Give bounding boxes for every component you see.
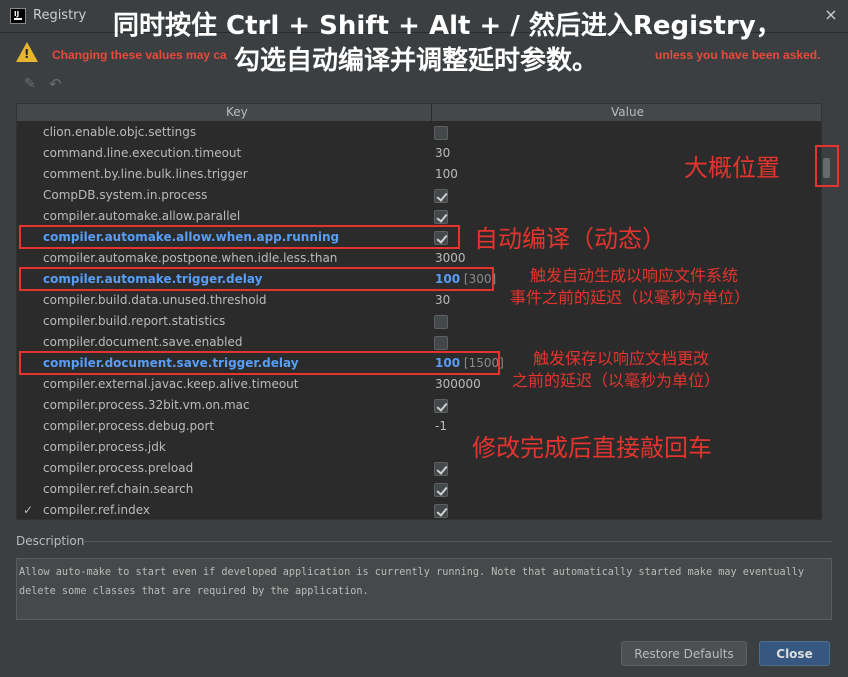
table-row[interactable]: ✓ compiler.ref.index xyxy=(17,500,821,519)
description-box: Allow auto-make to start even if develop… xyxy=(16,558,832,620)
table-row[interactable]: compiler.build.report.statistics xyxy=(17,311,821,332)
highlight-box-save-delay xyxy=(19,351,500,375)
intellij-logo-icon: IJ xyxy=(10,8,26,24)
row-key: compiler.process.preload xyxy=(43,461,194,475)
row-value-checkbox[interactable] xyxy=(434,126,448,140)
row-value-checkbox[interactable] xyxy=(434,189,448,203)
row-value-checkbox[interactable] xyxy=(434,315,448,329)
table-row[interactable]: CompDB.system.in.process xyxy=(17,185,821,206)
annotation-save-delay-line2: 之前的延迟（以毫秒为单位） xyxy=(512,371,721,390)
restore-defaults-button[interactable]: Restore Defaults xyxy=(621,641,747,666)
close-button[interactable]: Close xyxy=(759,641,830,666)
highlight-box-scroll-position xyxy=(815,145,839,187)
row-value-number: 30 xyxy=(435,146,451,160)
row-value-number: 300000 xyxy=(435,377,481,391)
row-key: compiler.build.data.unused.threshold xyxy=(43,293,267,307)
row-value[interactable]: 300000 xyxy=(435,377,481,391)
row-value-checkbox[interactable] xyxy=(434,336,448,350)
annotation-save-delay-line1: 触发保存以响应文档更改 xyxy=(533,349,710,368)
table-row[interactable]: compiler.process.32bit.vm.on.mac xyxy=(17,395,821,416)
row-key: compiler.process.debug.port xyxy=(43,419,215,433)
row-value[interactable]: 30 xyxy=(435,293,450,307)
row-key: compiler.external.javac.keep.alive.timeo… xyxy=(43,377,299,391)
row-value-checkbox[interactable] xyxy=(434,210,448,224)
table-row[interactable]: compiler.automake.allow.parallel xyxy=(17,206,821,227)
row-value[interactable]: -1 xyxy=(435,419,447,433)
row-key: compiler.automake.postpone.when.idle.les… xyxy=(43,251,338,265)
row-value-number: -1 xyxy=(435,419,447,433)
column-header-value[interactable]: Value xyxy=(611,105,644,119)
row-value-checkbox[interactable] xyxy=(434,483,448,497)
row-mark-icon: ✓ xyxy=(23,503,34,517)
row-key: comment.by.line.bulk.lines.trigger xyxy=(43,167,248,181)
table-header: Key Value xyxy=(17,104,821,122)
annotation-approx-position: 大概位置 xyxy=(684,154,780,182)
description-text: Allow auto-make to start even if develop… xyxy=(19,567,805,597)
overlay-caption-line2: 勾选自动编译并调整延时参数。 xyxy=(234,46,599,76)
row-key: compiler.ref.index xyxy=(43,503,150,517)
window-title: Registry xyxy=(33,8,87,23)
row-value-number: 3000 xyxy=(435,251,466,265)
row-key: compiler.process.jdk xyxy=(43,440,166,454)
row-value[interactable]: 3000 xyxy=(435,251,466,265)
annotation-trigger-delay-line2: 事件之前的延迟（以毫秒为单位） xyxy=(510,288,751,307)
logo-text: IJ xyxy=(14,10,20,18)
annotation-press-enter: 修改完成后直接敲回车 xyxy=(472,434,712,462)
column-header-key[interactable]: Key xyxy=(226,105,248,119)
row-value-number: 100 xyxy=(435,167,458,181)
row-key: compiler.build.report.statistics xyxy=(43,314,226,328)
warning-icon: ! xyxy=(16,42,38,62)
row-value-checkbox[interactable] xyxy=(434,399,448,413)
row-key: CompDB.system.in.process xyxy=(43,188,208,202)
annotation-trigger-delay-line1: 触发自动生成以响应文件系统 xyxy=(530,266,739,285)
description-label: Description xyxy=(16,534,85,548)
highlight-box-auto-compile xyxy=(19,225,460,249)
row-key: compiler.ref.chain.search xyxy=(43,482,194,496)
row-value-number: 30 xyxy=(435,293,451,307)
row-key: clion.enable.objc.settings xyxy=(43,125,197,139)
table-row[interactable]: clion.enable.objc.settings xyxy=(17,122,821,143)
table-row[interactable]: compiler.ref.chain.search xyxy=(17,479,821,500)
window-close-icon[interactable]: × xyxy=(820,4,842,26)
overlay-caption-line1: 同时按住 Ctrl + Shift + Alt + / 然后进入Registry… xyxy=(113,11,782,41)
row-key: compiler.process.32bit.vm.on.mac xyxy=(43,398,250,412)
row-key: compiler.automake.allow.parallel xyxy=(43,209,241,223)
revert-icon[interactable]: ↶ xyxy=(49,75,62,93)
annotation-auto-compile: 自动编译（动态） xyxy=(474,225,666,253)
row-value[interactable]: 100 xyxy=(435,167,458,181)
warning-text-left: Changing these values may ca xyxy=(52,48,227,62)
row-value-checkbox[interactable] xyxy=(434,504,448,518)
description-divider xyxy=(84,541,832,542)
row-key: compiler.document.save.enabled xyxy=(43,335,243,349)
row-value[interactable]: 30 xyxy=(435,146,450,160)
row-key: command.line.execution.timeout xyxy=(43,146,242,160)
highlight-box-trigger-delay xyxy=(19,267,494,291)
row-value-checkbox[interactable] xyxy=(434,462,448,476)
warning-text-right: unless you have been asked. xyxy=(655,48,821,62)
edit-icon[interactable]: ✎ xyxy=(24,76,36,92)
